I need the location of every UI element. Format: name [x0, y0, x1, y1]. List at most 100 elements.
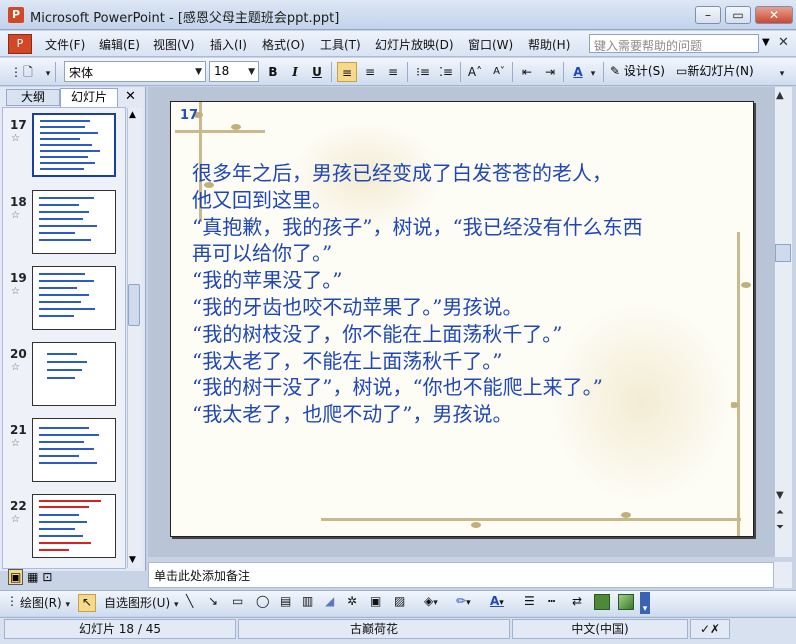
scroll-down-icon[interactable]: ▼ — [129, 555, 136, 565]
slide-thumbnail-21[interactable] — [32, 418, 116, 482]
fill-color-icon[interactable]: ◈▾ — [424, 594, 438, 608]
spelling-status-icon[interactable]: ✓✗ — [690, 619, 730, 639]
rectangle-icon[interactable]: ▭ — [232, 594, 243, 608]
menu-slideshow[interactable]: 幻灯片放映(D) — [375, 36, 454, 53]
numbering-icon[interactable]: ⁝≡ — [413, 62, 433, 82]
thumbnail-number: 20 — [10, 347, 27, 361]
align-right-button[interactable]: ≡ — [383, 62, 403, 82]
help-dropdown-icon[interactable]: ▼ — [762, 37, 770, 48]
decrease-indent-icon[interactable]: ⇤ — [517, 62, 537, 82]
bold-button[interactable]: B — [263, 62, 283, 82]
new-document-icon[interactable]: 🗋 — [18, 62, 38, 82]
slideshow-view-icon[interactable]: ⊡ — [42, 570, 52, 584]
slide-text-line: “我的牙齿也咬不动苹果了。”男孩说。 — [192, 294, 523, 319]
select-objects-icon[interactable]: ↖ — [78, 594, 96, 612]
menu-edit[interactable]: 编辑(E) — [99, 36, 140, 53]
menu-format[interactable]: 格式(O) — [262, 36, 305, 53]
arrow-style-icon[interactable]: ⇄ — [572, 594, 582, 608]
slide-thumbnail-19[interactable] — [32, 266, 116, 330]
normal-view-icon[interactable]: ▣ — [8, 569, 24, 585]
scroll-down-icon[interactable]: ▼ — [776, 490, 784, 501]
font-color-icon[interactable]: A — [568, 62, 588, 82]
slide-text-line: 很多年之后，男孩已经变成了白发苍苍的老人， — [192, 161, 612, 185]
next-slide-icon[interactable]: ⏷ — [776, 522, 784, 533]
slide-body-text[interactable]: 很多年之后，男孩已经变成了白发苍苍的老人， 他又回到这里。 “真抱歉，我的孩子”… — [192, 160, 752, 428]
draw-label: 绘图(R) — [20, 596, 62, 610]
picture-icon[interactable]: ▨ — [394, 594, 405, 608]
minimize-button[interactable]: – — [695, 6, 721, 24]
thumbnail-scroll-thumb[interactable] — [128, 284, 140, 326]
line-style-icon[interactable]: ☰ — [524, 594, 535, 608]
increase-font-icon[interactable]: A˄ — [465, 62, 485, 82]
close-window-button[interactable]: ✕ — [755, 6, 793, 24]
slide-scrollbar[interactable] — [774, 87, 792, 557]
menu-view[interactable]: 视图(V) — [153, 36, 195, 53]
font-name-select[interactable]: 宋体 ▼ — [64, 61, 206, 82]
menu-help[interactable]: 帮助(H) — [528, 36, 570, 53]
toolbar-options-icon[interactable]: ▾ — [772, 62, 792, 82]
toolbar-options-icon[interactable]: ▾ — [640, 592, 650, 614]
maximize-button[interactable]: ▭ — [725, 6, 751, 24]
clipart-icon[interactable]: ▣ — [370, 594, 381, 608]
scroll-up-icon[interactable]: ▲ — [776, 90, 784, 101]
powerpoint-icon[interactable]: P — [8, 7, 24, 23]
close-document-icon[interactable]: ✕ — [778, 35, 789, 50]
close-pane-icon[interactable]: ✕ — [125, 89, 136, 104]
chevron-down-icon: ▾ — [65, 600, 71, 610]
tab-outline[interactable]: 大纲 — [6, 89, 60, 106]
autoshapes-menu-button[interactable]: 自选图形(U) ▾ — [104, 594, 179, 611]
slide-canvas[interactable]: 17 很多年之后，男孩已经变成了白发苍苍的老人， 他又回到这里。 “真抱歉，我的… — [170, 101, 754, 537]
increase-indent-icon[interactable]: ⇥ — [540, 62, 560, 82]
shadow-style-icon[interactable] — [594, 594, 610, 610]
window-title: Microsoft PowerPoint - [感恩父母主题班会ppt.ppt] — [30, 11, 340, 26]
document-icon[interactable]: P — [8, 34, 32, 54]
slide-text-line: “真抱歉，我的孩子”，树说，“我已经没有什么东西 — [192, 214, 643, 239]
underline-button[interactable]: U — [307, 62, 327, 82]
slide-text-line: 他又回到这里。 — [192, 187, 332, 212]
help-search-input[interactable]: 键入需要帮助的问题 — [589, 34, 759, 53]
line-icon[interactable]: ╲ — [186, 594, 193, 608]
oval-icon[interactable]: ◯ — [256, 594, 269, 608]
thumbnail-scrollbar[interactable] — [127, 108, 141, 568]
font-name-value: 宋体 — [69, 66, 94, 80]
wordart-icon[interactable]: ◢ — [325, 594, 334, 608]
decrease-font-icon[interactable]: A˅ — [489, 62, 509, 82]
draw-menu-button[interactable]: 绘图(R) ▾ — [20, 594, 70, 611]
3d-style-icon[interactable] — [618, 594, 634, 610]
font-color-dropdown-icon[interactable]: ▾ — [588, 62, 598, 82]
slide-text-line: “我太老了，也爬不动了”，男孩说。 — [192, 402, 513, 427]
slide-thumbnail-22[interactable] — [32, 494, 116, 558]
menu-insert[interactable]: 插入(I) — [210, 36, 247, 53]
slide-text-line: “我的树干没了”，树说，“你也不能爬上来了。” — [192, 375, 603, 400]
slide-thumbnail-20[interactable] — [32, 342, 116, 406]
italic-button[interactable]: I — [285, 62, 305, 82]
arrow-icon[interactable]: ↘ — [208, 594, 218, 608]
menu-tools[interactable]: 工具(T) — [320, 36, 361, 53]
align-left-button[interactable]: ≡ — [337, 62, 357, 82]
new-slide-button[interactable]: ▭新幻灯片(N) — [676, 62, 754, 79]
slide-sorter-icon[interactable]: ▦ — [27, 570, 38, 584]
slide-scroll-thumb[interactable] — [775, 244, 791, 262]
font-size-select[interactable]: 18 ▼ — [209, 61, 259, 82]
menu-file[interactable]: 文件(F) — [45, 36, 85, 53]
slide-thumbnail-17[interactable] — [32, 113, 116, 177]
bullets-icon[interactable]: ⁚≡ — [436, 62, 456, 82]
dash-style-icon[interactable]: ┅ — [548, 594, 555, 608]
vertical-textbox-icon[interactable]: ▥ — [302, 594, 313, 608]
design-button[interactable]: ✎ 设计(S) — [610, 62, 665, 79]
scroll-up-icon[interactable]: ▲ — [129, 110, 136, 120]
notes-pane[interactable]: 单击此处添加备注 — [148, 562, 774, 588]
slide-thumbnail-18[interactable] — [32, 190, 116, 254]
notes-scrollbar[interactable] — [774, 562, 792, 588]
tab-slides[interactable]: 幻灯片 — [60, 88, 118, 107]
previous-slide-icon[interactable]: ⏶ — [776, 507, 784, 518]
font-color-icon[interactable]: A▾ — [490, 594, 504, 608]
diagram-icon[interactable]: ✲ — [347, 594, 357, 608]
line-color-icon[interactable]: ✏▾ — [456, 594, 471, 608]
textbox-icon[interactable]: ▤ — [280, 594, 291, 608]
star-icon: ☆ — [11, 286, 20, 297]
align-center-button[interactable]: ≡ — [360, 62, 380, 82]
menu-window[interactable]: 窗口(W) — [468, 36, 513, 53]
leaf-decoration — [471, 522, 481, 528]
toolbar-separator — [55, 62, 56, 82]
